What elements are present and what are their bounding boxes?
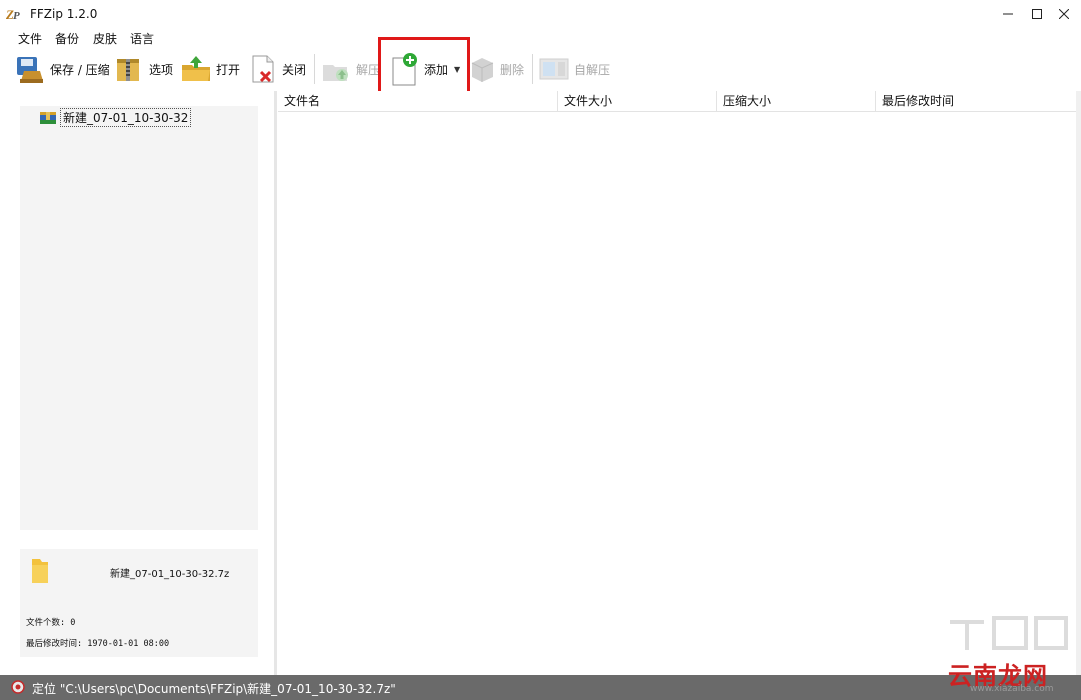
open-folder-icon	[182, 56, 210, 81]
extract-button[interactable]: 解压	[320, 48, 380, 90]
panel-splitter[interactable]	[274, 91, 277, 675]
file-list: 文件名 文件大小 压缩大小 最后修改时间	[278, 91, 1076, 675]
window-title: FFZip 1.2.0	[30, 7, 98, 21]
title-bar: Z P FFZip 1.2.0	[0, 0, 1081, 28]
menu-file[interactable]: 文件	[18, 30, 42, 47]
folder-icon	[32, 559, 48, 583]
options-button[interactable]: 选项	[113, 48, 173, 90]
sfx-label: 自解压	[574, 62, 611, 77]
info-modified-time: 最后修改时间: 1970-01-01 08:00	[26, 639, 170, 649]
save-compress-icon	[17, 57, 43, 83]
tree-item-label: 新建_07-01_10-30-32	[60, 108, 192, 127]
close-archive-button[interactable]: 关闭	[250, 48, 306, 90]
extract-label: 解压	[356, 62, 381, 77]
save-compress-label: 保存 / 压缩	[50, 62, 110, 77]
column-header-filename[interactable]: 文件名	[278, 91, 558, 111]
svg-text:P: P	[13, 10, 20, 22]
column-header-modified-time[interactable]: 最后修改时间	[876, 91, 1076, 111]
list-header: 文件名 文件大小 压缩大小 最后修改时间	[278, 91, 1076, 112]
menu-backup[interactable]: 备份	[55, 30, 79, 47]
options-label: 选项	[149, 62, 174, 77]
info-file-count: 文件个数: 0	[26, 618, 76, 628]
sfx-icon	[539, 58, 569, 80]
sfx-button[interactable]: 自解压	[538, 48, 610, 90]
menu-language[interactable]: 语言	[130, 30, 154, 47]
options-icon	[117, 59, 139, 81]
locate-icon	[11, 680, 25, 694]
extract-icon	[323, 65, 348, 81]
column-header-compressed-size[interactable]: 压缩大小	[717, 91, 876, 111]
list-scrollbar[interactable]	[1076, 91, 1081, 675]
save-compress-button[interactable]: 保存 / 压缩	[14, 48, 110, 90]
delete-button[interactable]: 删除	[468, 48, 524, 90]
toolbar-separator	[532, 54, 533, 84]
close-archive-label: 关闭	[282, 62, 307, 77]
maximize-icon	[1032, 9, 1042, 19]
minimize-icon	[1003, 13, 1013, 15]
close-icon	[1059, 9, 1069, 19]
tree-item-archive[interactable]: 新建_07-01_10-30-32	[40, 108, 192, 127]
archive-tree-panel: 新建_07-01_10-30-32	[20, 106, 258, 530]
open-label: 打开	[216, 62, 241, 77]
delete-label: 删除	[500, 62, 525, 77]
menu-skin[interactable]: 皮肤	[93, 30, 117, 47]
toolbar-separator	[314, 54, 315, 84]
close-archive-icon	[252, 55, 274, 83]
archive-icon	[40, 111, 56, 124]
app-window: Z P FFZip 1.2.0 文件 备份 皮肤 语言 保存 / 压缩 选项 打…	[0, 0, 1081, 700]
archive-info-panel: 新建_07-01_10-30-32.7z 文件个数: 0 最后修改时间: 197…	[20, 549, 258, 657]
delete-icon	[471, 58, 494, 82]
toolbar: 保存 / 压缩 选项 打开 关闭 解压 添加 ▼ 删除 自解压	[0, 48, 1081, 90]
status-text: 定位 "C:\Users\pc\Documents\FFZip\新建_07-01…	[32, 682, 396, 696]
menu-bar: 文件 备份 皮肤 语言	[0, 28, 1081, 48]
close-window-button[interactable]	[1046, 0, 1081, 28]
column-header-file-size[interactable]: 文件大小	[558, 91, 717, 111]
info-filename: 新建_07-01_10-30-32.7z	[110, 569, 230, 580]
open-button[interactable]: 打开	[180, 48, 240, 90]
status-bar: 定位 "C:\Users\pc\Documents\FFZip\新建_07-01…	[0, 675, 1081, 700]
ffzip-logo-icon: Z P	[6, 7, 20, 22]
